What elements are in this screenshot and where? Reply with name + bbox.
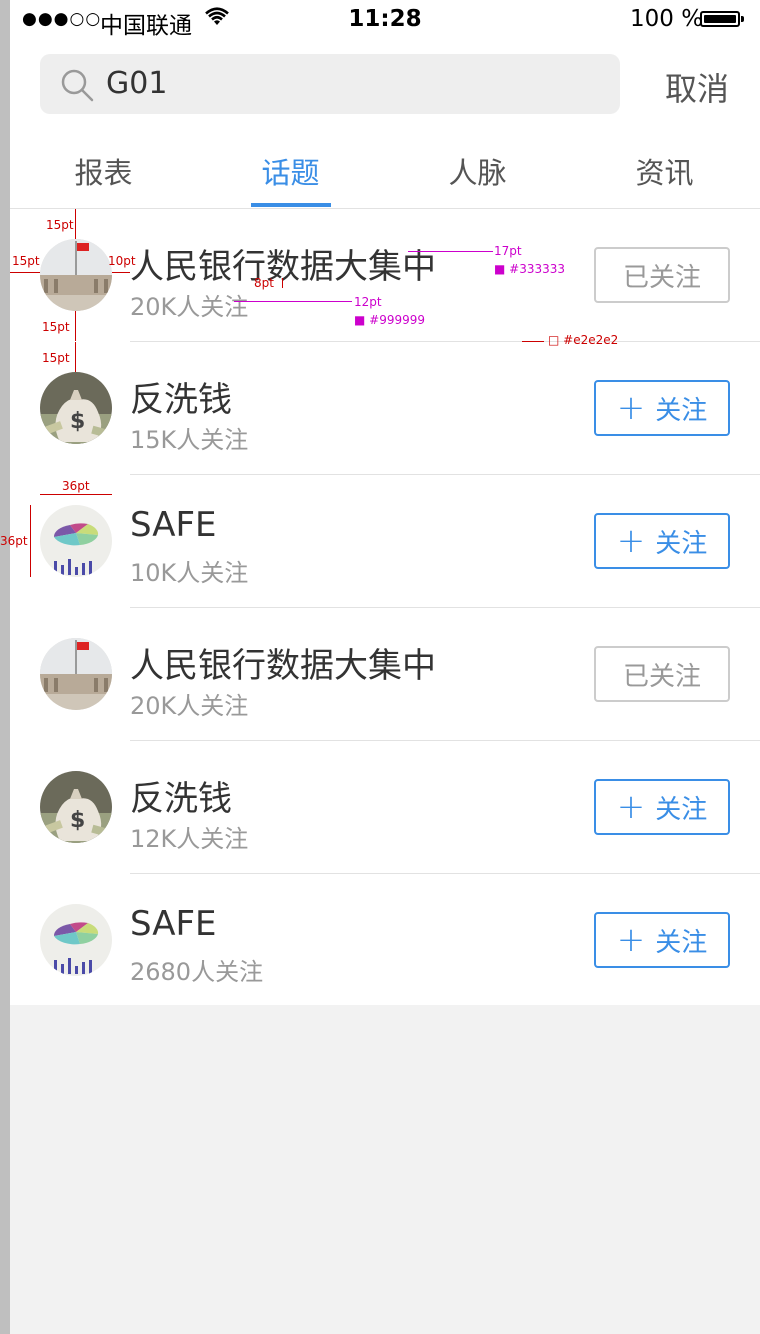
spec-line [10,272,40,273]
plus-icon: + [616,787,646,827]
topic-title: 反洗钱 [130,380,232,420]
spec-line [234,301,352,302]
search-input[interactable]: G01 [106,66,167,101]
topic-title: 人民银行数据大集中 [130,247,436,287]
topic-followers: 10K人关注 [130,559,249,587]
money-bag-image: $ [40,771,112,843]
spec-avatar-width: 36pt [62,479,90,493]
spec-title-size: 17pt [494,244,522,258]
topic-title: 反洗钱 [130,779,232,819]
left-edge-bar [0,0,10,1334]
battery-icon [700,11,744,27]
search-box[interactable]: G01 [40,54,620,114]
pboc-building-image [40,638,112,710]
spec-bottom-margin: 15pt [42,320,70,334]
status-bar: ●●●○○ 中国联通 11:28 100 % [10,0,760,40]
spec-line-gap: 8pt [254,276,274,290]
spec-sub-color: ■ #999999 [354,313,426,327]
spec-line [282,278,283,288]
spec-right-gap: 10pt [108,254,136,268]
topic-row[interactable]: $ 反洗钱 15K人关注 + 关注 [10,342,760,475]
search-icon [61,69,94,102]
spec-line [40,494,112,495]
tab-reports[interactable]: 报表 [10,150,197,192]
plus-icon: + [616,521,646,561]
follow-button[interactable]: + 关注 [594,513,730,569]
tab-contacts[interactable]: 人脉 [384,150,571,192]
svg-text:$: $ [70,808,85,833]
button-label: 关注 [655,794,708,825]
button-label: 关注 [655,528,708,559]
active-tab-indicator [251,203,331,207]
spec-title-color-value: #333333 [509,262,566,276]
tab-bar: 报表 话题 人脉 资讯 [10,140,760,209]
spec-line [112,272,130,273]
money-bag-image: $ [40,372,112,444]
spec-line [75,209,76,239]
spec-line [75,311,76,341]
button-label: 关注 [655,395,708,426]
spec-sub-color-value: #999999 [369,313,426,327]
topic-row[interactable]: SAFE 2680人关注 + 关注 [10,874,760,1007]
topic-row[interactable]: SAFE 10K人关注 + 关注 [10,475,760,608]
topic-followers: 15K人关注 [130,426,249,454]
spec-sub-size: 12pt [354,295,382,309]
tab-topics[interactable]: 话题 [197,150,384,192]
app-screen: ●●●○○ 中国联通 11:28 100 % G01 取消 报表 话题 人脉 资… [0,0,760,1007]
topic-title: SAFE [130,505,217,545]
pie-chart-image [40,505,112,577]
topic-followers: 20K人关注 [130,293,249,321]
spec-next-top-margin: 15pt [42,351,70,365]
followed-button[interactable]: 已关注 [594,646,730,702]
topic-followers: 20K人关注 [130,692,249,720]
follow-button[interactable]: + 关注 [594,912,730,968]
spec-divider-color-value: #e2e2e2 [563,333,619,347]
button-label: 关注 [655,927,708,958]
topic-row[interactable]: 人民银行数据大集中 20K人关注 已关注 [10,608,760,741]
spec-line [522,341,544,342]
topic-title: SAFE [130,904,217,944]
tab-news[interactable]: 资讯 [571,150,758,192]
spec-left-margin: 15pt [12,254,40,268]
topic-followers: 2680人关注 [130,958,264,986]
spec-line [408,251,493,252]
spec-line [75,342,76,372]
spec-title-color: ■ #333333 [494,262,566,276]
spec-line [30,505,31,577]
plus-icon: + [616,388,646,428]
spec-avatar-height: 36pt [0,534,28,548]
followed-button[interactable]: 已关注 [594,247,730,303]
follow-button[interactable]: + 关注 [594,380,730,436]
follow-button[interactable]: + 关注 [594,779,730,835]
spec-top-margin: 15pt [46,218,74,232]
battery-percent: 100 % [630,6,704,32]
button-label: 已关注 [622,262,701,293]
button-label: 已关注 [622,661,701,692]
topic-title: 人民银行数据大集中 [130,646,436,686]
plus-icon: + [616,920,646,960]
pie-chart-image [40,904,112,976]
spec-divider-color: □ #e2e2e2 [548,333,619,347]
pboc-building-image [40,239,112,311]
topic-row[interactable]: $ 反洗钱 12K人关注 + 关注 [10,741,760,874]
cancel-button[interactable]: 取消 [665,64,729,110]
topic-followers: 12K人关注 [130,825,249,853]
svg-text:$: $ [70,409,85,434]
